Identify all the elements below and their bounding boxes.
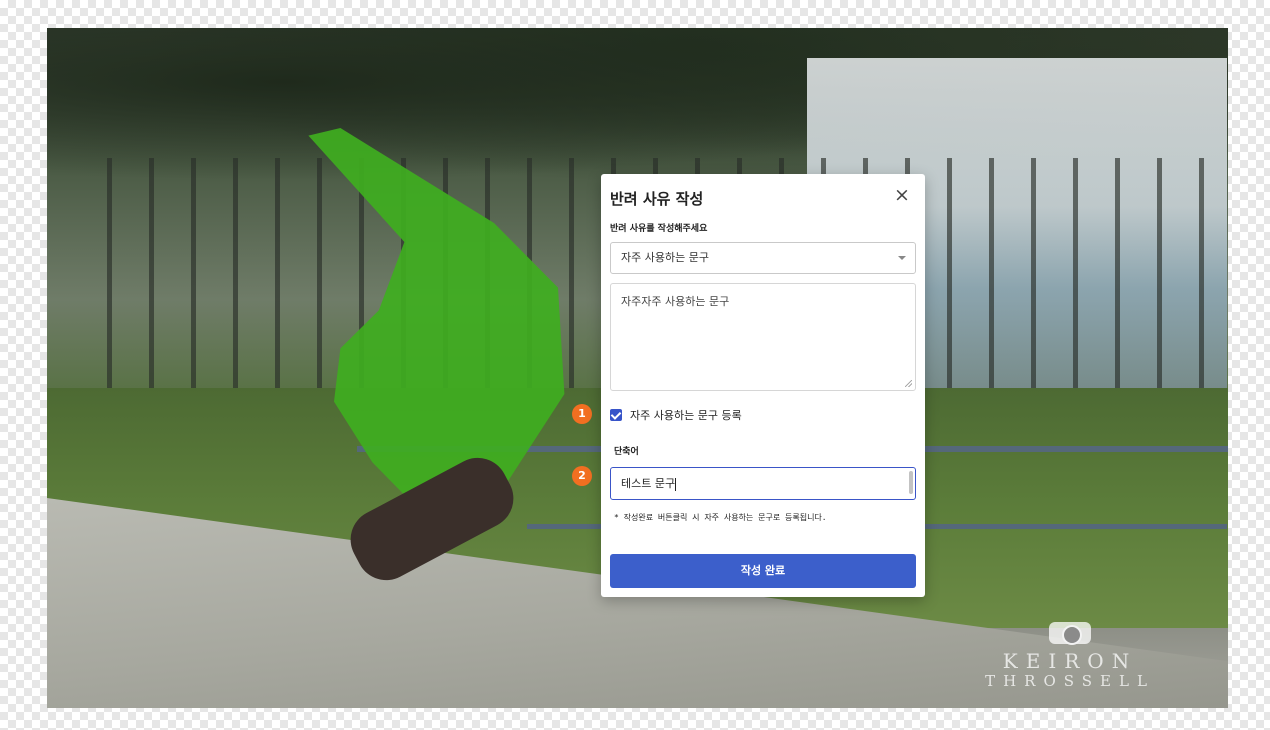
phrase-select[interactable]: 자주 사용하는 문구: [610, 242, 916, 274]
photographer-watermark: KEIRON THROSSELL: [970, 622, 1170, 690]
text-caret: [675, 477, 677, 491]
chevron-down-icon: [898, 256, 906, 260]
step-badge-2: 2: [572, 466, 592, 486]
modal-subtitle: 반려 사유를 작성해주세요: [610, 224, 708, 234]
watermark-line1: KEIRON: [1002, 649, 1138, 673]
reason-textarea[interactable]: 자주자주 사용하는 문구: [610, 283, 916, 391]
reason-textarea-value: 자주자주 사용하는 문구: [621, 295, 730, 308]
register-phrase-label[interactable]: 자주 사용하는 문구 등록: [630, 407, 742, 423]
abbreviation-input-value: 테스트 문구: [621, 477, 676, 490]
step-badge-1: 1: [572, 404, 592, 424]
registration-note: * 작성완료 버튼클릭 시 자주 사용하는 문구로 등록됩니다.: [614, 513, 827, 522]
submit-button[interactable]: 작성 완료: [610, 554, 916, 588]
resize-handle[interactable]: [905, 380, 912, 387]
scrollbar[interactable]: [909, 471, 913, 494]
abbreviation-label: 단축어: [614, 447, 639, 457]
close-icon[interactable]: ×: [893, 186, 911, 205]
register-phrase-row: 자주 사용하는 문구 등록: [610, 407, 742, 423]
reject-reason-modal: 반려 사유 작성 × 반려 사유를 작성해주세요 자주 사용하는 문구 자주자주…: [601, 174, 925, 597]
phrase-select-value: 자주 사용하는 문구: [621, 251, 709, 264]
camera-icon: [1049, 622, 1091, 645]
watermark-line2: THROSSELL: [985, 672, 1155, 690]
abbreviation-input[interactable]: 테스트 문구: [610, 467, 916, 500]
modal-title: 반려 사유 작성: [610, 190, 704, 208]
register-phrase-checkbox[interactable]: [610, 409, 622, 421]
